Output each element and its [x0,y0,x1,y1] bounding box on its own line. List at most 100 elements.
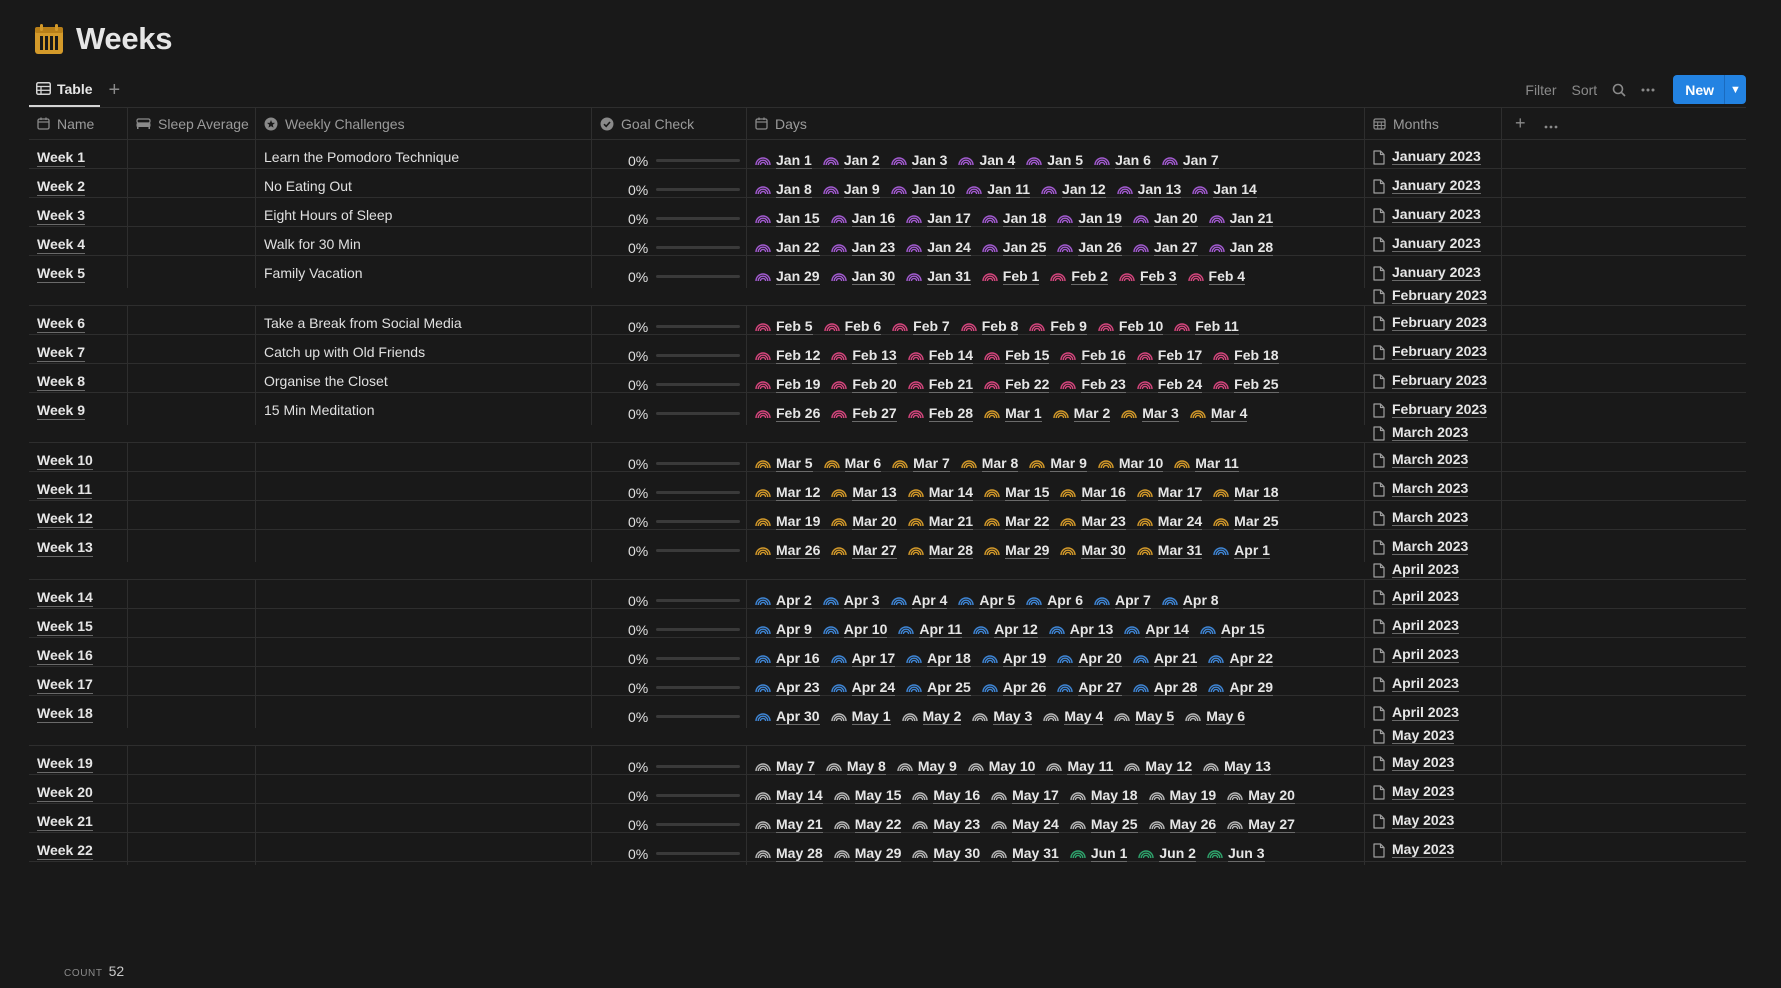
week-name[interactable]: Week 14 [37,589,93,607]
name-cell[interactable]: Week 3 [29,198,128,230]
month-link[interactable]: February 2023 [1373,288,1501,304]
months-cell[interactable]: January 2023 [1365,227,1502,259]
day-link[interactable]: Jun 2 [1138,842,1196,865]
months-cell[interactable]: May 2023 [1365,775,1502,807]
sleep-average-cell[interactable] [128,393,256,425]
month-link[interactable]: March 2023 [1373,452,1501,468]
table-row[interactable]: Week 6 Take a Break from Social Media 0% Fe… [29,306,1746,338]
challenge-cell[interactable] [256,696,592,728]
name-cell[interactable]: Week 15 [29,609,128,641]
week-name[interactable]: Week 11 [37,481,93,499]
days-cell[interactable]: Apr 23 Apr 24 Apr 25 Apr 26 Apr 27 Apr 28 Apr … [747,667,1365,699]
table-row[interactable]: Week 21 0% May 21 May 22 May 23 May 24 May 25 M… [29,804,1746,836]
challenge-cell[interactable] [256,501,592,533]
table-row[interactable]: Week 19 0% May 7 May 8 May 9 May 10 May 11 May … [29,746,1746,778]
months-cell[interactable]: February 2023 March 2023 [1365,393,1502,448]
week-name[interactable]: Week 6 [37,315,85,333]
month-link[interactable]: February 2023 [1373,344,1501,360]
name-cell[interactable]: Week 7 [29,335,128,367]
month-link[interactable]: March 2023 [1373,510,1501,526]
table-row[interactable]: Week 7 Catch up with Old Friends 0% Feb 12 F… [29,335,1746,367]
sleep-average-cell[interactable] [128,804,256,836]
table-row[interactable]: Week 3 Eight Hours of Sleep 0% Jan 15 Jan 16… [29,198,1746,230]
month-link[interactable]: April 2023 [1373,647,1501,663]
week-name[interactable]: Week 10 [37,452,93,470]
month-link[interactable]: February 2023 [1373,402,1501,418]
more-options-icon[interactable] [1641,88,1655,92]
name-cell[interactable]: Week 12 [29,501,128,533]
days-cell[interactable]: Jan 22 Jan 23 Jan 24 Jan 25 Jan 26 Jan 27 Jan … [747,227,1365,259]
day-link[interactable]: Feb 28 [908,402,974,425]
sleep-average-cell[interactable] [128,530,256,562]
more-options-icon[interactable] [1544,116,1558,132]
challenge-cell[interactable]: Walk for 30 Min [256,227,592,259]
table-row[interactable]: Week 5 Family Vacation 0% Jan 29 Jan 30 Jan 3… [29,256,1746,311]
month-link[interactable]: April 2023 [1373,705,1501,721]
sleep-average-cell[interactable] [128,335,256,367]
day-link[interactable]: Mar 27 [831,539,897,562]
table-row[interactable]: Week 15 0% Apr 9 Apr 10 Apr 11 Apr 12 Apr 13 Ap… [29,609,1746,641]
table-row[interactable]: Week 1 Learn the Pomodoro Technique 0% Jan … [29,140,1746,172]
challenge-cell[interactable]: Take a Break from Social Media [256,306,592,338]
week-name[interactable]: Week 5 [37,265,85,283]
months-cell[interactable]: May 2023 [1365,804,1502,836]
days-cell[interactable]: Feb 5 Feb 6 Feb 7 Feb 8 Feb 9 Feb 10 Feb 11 [747,306,1365,338]
days-cell[interactable]: Mar 5 Mar 6 Mar 7 Mar 8 Mar 9 Mar 10 Mar 11 [747,443,1365,475]
months-cell[interactable]: May 2023 [1365,833,1502,865]
week-name[interactable]: Week 1 [37,149,85,167]
count-value[interactable]: 52 [109,963,125,979]
day-link[interactable]: Mar 4 [1190,402,1248,425]
months-cell[interactable]: February 2023 [1365,335,1502,367]
days-cell[interactable]: Feb 26 Feb 27 Feb 28 Mar 1 Mar 2 Mar 3 Mar 4 [747,393,1365,425]
sleep-average-cell[interactable] [128,501,256,533]
day-link[interactable]: May 5 [1114,705,1175,728]
months-cell[interactable]: February 2023 [1365,306,1502,338]
day-link[interactable]: Mar 28 [908,539,974,562]
day-link[interactable]: May 2 [901,705,962,728]
months-cell[interactable]: April 2023 [1365,667,1502,699]
sleep-average-cell[interactable] [128,443,256,475]
name-cell[interactable]: Week 10 [29,443,128,475]
sleep-average-cell[interactable] [128,169,256,201]
table-row[interactable]: Week 4 Walk for 30 Min 0% Jan 22 Jan 23 Jan 2… [29,227,1746,259]
sleep-average-cell[interactable] [128,472,256,504]
day-link[interactable]: Feb 2 [1050,265,1108,288]
column-header-challenges[interactable]: Weekly Challenges [256,108,592,139]
month-link[interactable]: May 2023 [1373,813,1501,829]
week-name[interactable]: Week 8 [37,373,85,391]
sleep-average-cell[interactable] [128,306,256,338]
challenge-cell[interactable] [256,667,592,699]
day-link[interactable]: May 30 [912,842,981,865]
month-link[interactable]: February 2023 [1373,315,1501,331]
week-name[interactable]: Week 9 [37,402,85,420]
days-cell[interactable]: Mar 19 Mar 20 Mar 21 Mar 22 Mar 23 Mar 24 Mar … [747,501,1365,533]
day-link[interactable]: Mar 3 [1121,402,1179,425]
name-cell[interactable]: Week 9 [29,393,128,425]
days-cell[interactable]: Mar 12 Mar 13 Mar 14 Mar 15 Mar 16 Mar 17 Mar … [747,472,1365,504]
challenge-cell[interactable]: Eight Hours of Sleep [256,198,592,230]
week-name[interactable]: Week 19 [37,755,93,773]
month-link[interactable]: March 2023 [1373,481,1501,497]
search-icon[interactable] [1612,83,1626,97]
day-link[interactable]: Mar 30 [1060,539,1126,562]
day-link[interactable]: Mar 1 [984,402,1042,425]
name-cell[interactable]: Week 22 [29,833,128,865]
months-cell[interactable]: March 2023 [1365,443,1502,475]
name-cell[interactable]: Week 21 [29,804,128,836]
day-link[interactable]: Jan 30 [830,265,896,288]
days-cell[interactable]: Apr 9 Apr 10 Apr 11 Apr 12 Apr 13 Apr 14 Apr 1… [747,609,1365,641]
month-link[interactable]: May 2023 [1373,784,1501,800]
month-link[interactable]: April 2023 [1373,618,1501,634]
challenge-cell[interactable] [256,580,592,612]
add-view-icon[interactable]: + [109,80,121,100]
day-link[interactable]: May 1 [830,705,891,728]
days-cell[interactable]: Apr 30 May 1 May 2 May 3 May 4 May 5 May 6 [747,696,1365,728]
days-cell[interactable]: Jan 29 Jan 30 Jan 31 Feb 1 Feb 2 Feb 3 Feb 4 [747,256,1365,288]
table-row[interactable]: Week 14 0% Apr 2 Apr 3 Apr 4 Apr 5 Apr 6 Apr 7A… [29,580,1746,612]
table-row[interactable]: Week 11 0% Mar 12 Mar 13 Mar 14 Mar 15 Mar 16 M… [29,472,1746,504]
month-link[interactable]: May 2023 [1373,755,1501,771]
sleep-average-cell[interactable] [128,140,256,172]
week-name[interactable]: Week 15 [37,618,93,636]
months-cell[interactable]: April 2023 [1365,609,1502,641]
month-link[interactable]: February 2023 [1373,373,1501,389]
